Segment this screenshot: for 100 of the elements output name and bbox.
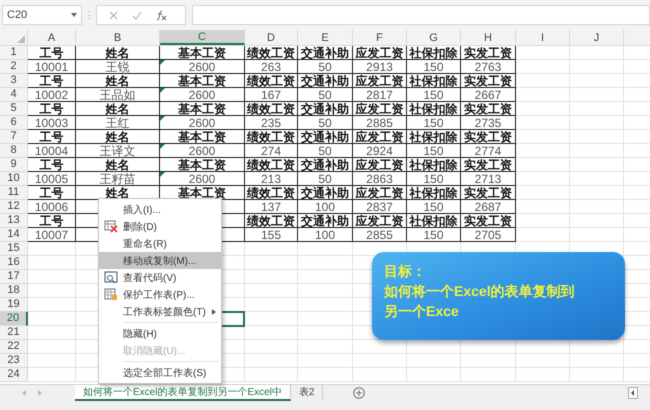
column-title: 姓名 (76, 102, 160, 116)
scroll-right-icon[interactable] (38, 390, 42, 396)
menu-item[interactable]: 重命名(R) (99, 235, 221, 252)
row-header[interactable]: 3 (0, 74, 28, 88)
column-title: 基本工资 (160, 158, 245, 172)
menu-item[interactable]: 删除(D) (99, 218, 221, 235)
select-all-icon[interactable] (17, 35, 25, 43)
column-title: 工号 (28, 158, 76, 172)
formula-input[interactable] (192, 5, 650, 25)
table-cell: 50 (298, 116, 353, 130)
column-title: 工号 (28, 186, 76, 200)
row-header[interactable]: 7 (0, 130, 28, 144)
table-cell: 155 (245, 228, 298, 242)
column-title: 应发工资 (353, 130, 407, 144)
table-cell: 2863 (353, 172, 407, 186)
column-title: 应发工资 (353, 158, 407, 172)
column-title: 姓名 (76, 130, 160, 144)
menu-item[interactable]: 选定全部工作表(S) (99, 364, 221, 381)
column-title: 社保扣除 (407, 130, 461, 144)
column-title: 应发工资 (353, 214, 407, 228)
column-title: 基本工资 (160, 130, 245, 144)
table-cell: 213 (245, 172, 298, 186)
row-header[interactable]: 12 (0, 200, 28, 214)
table-cell: 167 (245, 88, 298, 102)
table-cell: 2600 (160, 172, 245, 186)
table-cell: 10006 (28, 200, 76, 214)
table-cell: 王锐 (76, 60, 160, 74)
table-cell: 50 (298, 144, 353, 158)
table-cell: 2885 (353, 116, 407, 130)
column-title: 应发工资 (353, 186, 407, 200)
menu-item[interactable]: 移动或复制(M)... (99, 252, 221, 269)
column-title: 工号 (28, 46, 76, 60)
row-header[interactable]: 15 (0, 242, 28, 256)
table-cell: 10002 (28, 88, 76, 102)
row-header[interactable]: 20 (0, 312, 28, 326)
column-title: 绩效工资 (245, 186, 298, 200)
column-title: 绩效工资 (245, 214, 298, 228)
row-header[interactable]: 2 (0, 60, 28, 74)
row-header[interactable]: 1 (0, 46, 28, 60)
table-cell: 王品如 (76, 88, 160, 102)
scroll-left-icon[interactable] (628, 387, 638, 399)
menu-item[interactable]: 保护工作表(P)... (99, 286, 221, 303)
row-header[interactable]: 17 (0, 270, 28, 284)
row-header[interactable]: 24 (0, 368, 28, 382)
sheet-tab[interactable]: 如何将一个Excel的表单复制到另一个Excel中 (75, 385, 291, 401)
table-cell: 10003 (28, 116, 76, 130)
table-cell: 10007 (28, 228, 76, 242)
column-header[interactable]: C (160, 30, 245, 45)
column-title: 绩效工资 (245, 74, 298, 88)
table-cell: 2600 (160, 116, 245, 130)
table-cell: 50 (298, 172, 353, 186)
row-header[interactable]: 10 (0, 172, 28, 186)
menu-item[interactable]: 查看代码(V) (99, 269, 221, 286)
row-header[interactable]: 16 (0, 256, 28, 270)
column-title: 实发工资 (461, 186, 516, 200)
row-header[interactable]: 22 (0, 340, 28, 354)
row-header[interactable]: 23 (0, 354, 28, 368)
row-header[interactable]: 18 (0, 284, 28, 298)
row-header[interactable]: 6 (0, 116, 28, 130)
table-cell: 150 (407, 172, 461, 186)
callout-title: 目标： (384, 262, 426, 280)
column-title: 姓名 (76, 46, 160, 60)
table-cell: 2713 (461, 172, 516, 186)
row-header[interactable]: 4 (0, 88, 28, 102)
table-cell: 100 (298, 200, 353, 214)
column-title: 实发工资 (461, 214, 516, 228)
row-header[interactable]: 11 (0, 186, 28, 200)
column-title: 实发工资 (461, 46, 516, 60)
column-title: 姓名 (76, 74, 160, 88)
table-cell: 2817 (353, 88, 407, 102)
row-header[interactable]: 9 (0, 158, 28, 172)
cancel-icon[interactable] (109, 10, 118, 20)
magnifier-window-icon (104, 271, 118, 284)
row-header[interactable]: 13 (0, 214, 28, 228)
check-icon[interactable] (132, 10, 142, 20)
table-cell: 150 (407, 144, 461, 158)
name-box[interactable]: C20 (2, 5, 82, 25)
callout-text: 如何将一个Excel的表单复制到 (384, 282, 575, 300)
row-header[interactable]: 5 (0, 102, 28, 116)
column-title: 工号 (28, 214, 76, 228)
table-cell: 150 (407, 116, 461, 130)
menu-item[interactable]: 工作表标签颜色(T) (99, 303, 221, 320)
row-header[interactable]: 8 (0, 144, 28, 158)
table-cell: 2705 (461, 228, 516, 242)
add-sheet-icon[interactable] (353, 387, 366, 399)
table-cell: 2735 (461, 116, 516, 130)
menu-item[interactable]: 插入(I)... (99, 201, 221, 218)
column-title: 应发工资 (353, 74, 407, 88)
function-icon[interactable] (156, 10, 167, 20)
column-title: 交通补助 (298, 102, 353, 116)
column-title: 基本工资 (160, 46, 245, 60)
row-header[interactable]: 19 (0, 298, 28, 312)
row-header[interactable]: 21 (0, 326, 28, 340)
table-cell: 2687 (461, 200, 516, 214)
menu-item[interactable]: 隐藏(H) (99, 325, 221, 342)
table-cell: 2600 (160, 60, 245, 74)
column-title: 社保扣除 (407, 102, 461, 116)
column-title: 交通补助 (298, 46, 353, 60)
row-header[interactable]: 14 (0, 228, 28, 242)
table-cell: 263 (245, 60, 298, 74)
